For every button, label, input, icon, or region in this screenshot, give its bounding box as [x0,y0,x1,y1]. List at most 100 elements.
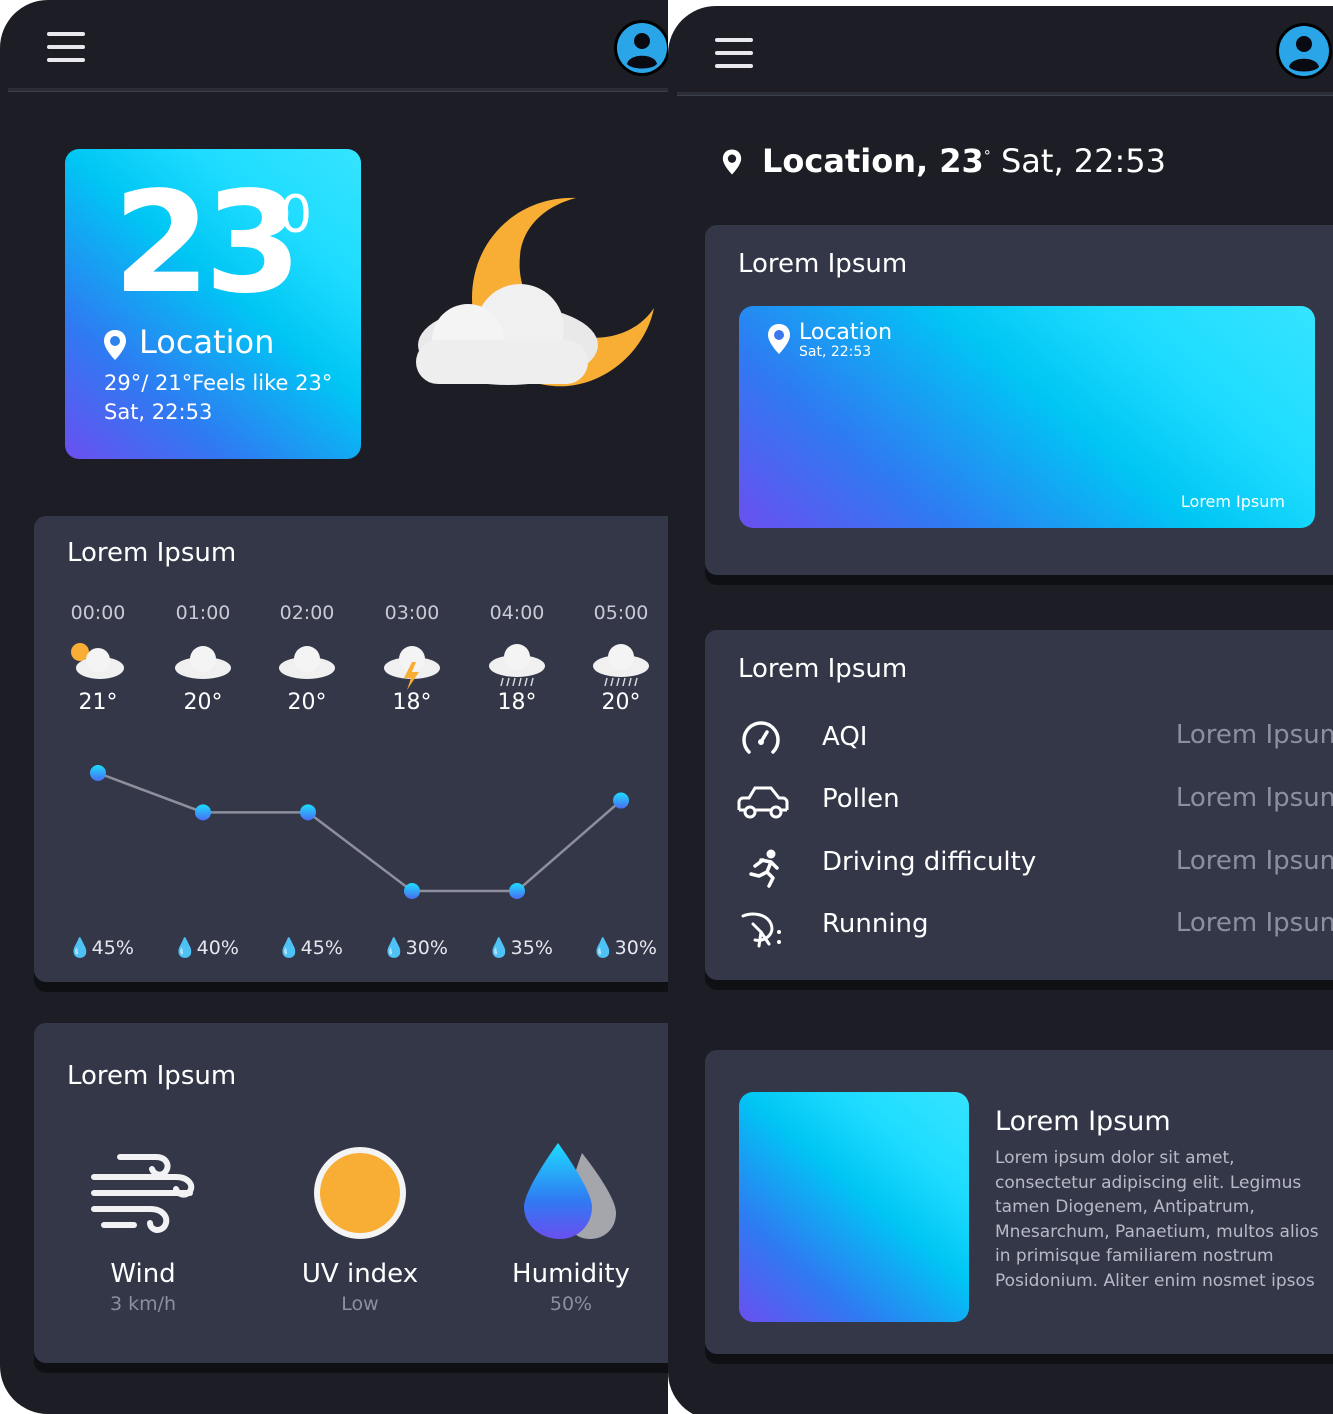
feature-title: Lorem Ipsum [738,249,908,279]
article-title[interactable]: Lorem Ipsum [995,1106,1171,1137]
hourly-forecast-card: Lorem Ipsum 00:00 21° 01:00 20° 02:00 20… [34,516,668,982]
trend-point [195,804,211,821]
activity-value[interactable]: Lorem Ipsum [1125,720,1333,750]
hamburger-menu-icon[interactable] [47,32,85,62]
wind-label: Wind [110,1259,176,1289]
weather-screen-right: Location, 23° Sat, 22:53 Lorem Ipsum Loc… [668,6,1333,1414]
rain-icon [593,644,649,687]
hour-column[interactable]: 02:00 20° [267,602,347,715]
feature-banner[interactable]: Location Sat, 22:53 Lorem Ipsum [739,306,1315,528]
humidity-drop-icon: 💧 [173,937,197,959]
trend-dots [90,765,629,899]
user-avatar[interactable] [1276,23,1332,79]
hour-time: 02:00 [279,602,335,624]
trend-point [300,804,316,821]
hour-humidity: 💧45% [68,936,134,959]
weather-details-card: Lorem Ipsum Wind 3 km/h UV index Low Hum… [34,1023,668,1363]
car-icon [737,786,789,819]
hour-column[interactable]: 05:00 20° [581,602,661,715]
hour-column[interactable]: 03:00 18° [372,602,452,715]
humidity-drop-icon: 💧 [382,937,406,959]
humidity-label: Humidity [512,1259,630,1289]
rain-icon [489,644,545,687]
cloud-icon [175,646,231,679]
location-pin-icon [722,149,742,175]
user-icon [617,23,667,73]
hour-column[interactable]: 04:00 18° [477,602,557,715]
wind-icon [91,1154,195,1233]
banner-location: Location [799,320,893,345]
header-location-summary: Location, 23° Sat, 22:53 [762,142,1166,180]
humidity-value: 35% [510,937,553,959]
current-location: Location [139,323,275,361]
humidity-value: 30% [405,937,448,959]
details-title: Lorem Ipsum [67,1061,237,1091]
uv-index-value: Low [341,1293,379,1315]
user-icon [1279,26,1329,76]
article-card: Lorem Ipsum Lorem ipsum dolor sit amet, … [705,1050,1333,1354]
hour-time: 00:00 [70,602,126,624]
activity-label: Driving difficulty [822,847,1037,877]
article-body: Lorem ipsum dolor sit amet, consectetur … [995,1148,1319,1291]
humidity-drops-icon [524,1143,616,1239]
banner-link[interactable]: Lorem Ipsum [1181,492,1285,511]
header-datetime: Sat, 22:53 [990,142,1166,180]
activity-value[interactable]: Lorem Ipsum [1125,783,1333,813]
degree-symbol: 0 [279,185,313,245]
activity-value[interactable]: Lorem Ipsum [1125,846,1333,876]
location-pin-icon [104,330,126,360]
activity-label: Pollen [822,784,900,814]
running-person-icon [749,849,779,888]
humidity-value: 30% [614,937,657,959]
hamburger-menu-icon[interactable] [715,38,753,68]
hourly-title: Lorem Ipsum [67,538,237,568]
article-image[interactable] [739,1092,969,1322]
speedometer-icon [742,721,780,754]
humidity-value: 45% [300,937,343,959]
activities-card: Lorem Ipsum AQI Lorem Ipsum Pollen Lorem… [705,630,1333,980]
humidity-drop-icon: 💧 [277,937,301,959]
hour-temperature: 20° [183,690,223,715]
wind-value: 3 km/h [109,1293,177,1315]
temperature-trend-chart [90,765,629,899]
humidity-drop-icon: 💧 [487,937,511,959]
hour-temperature: 20° [601,690,641,715]
humidity-value: 40% [196,937,239,959]
activity-label: Running [822,909,929,939]
hour-humidity: 💧30% [382,936,448,959]
trend-point [509,883,525,899]
moon-cloud-icon [416,197,654,387]
header-location: Location, 23 [762,142,984,180]
hour-time: 05:00 [593,602,649,624]
hour-humidity: 💧40% [173,936,239,959]
topbar-divider [677,92,1333,96]
topbar-divider [8,88,668,92]
user-avatar[interactable] [614,20,668,76]
hour-humidity: 💧30% [591,936,657,959]
thunderstorm-icon [384,646,440,690]
uv-index-label: UV index [301,1259,419,1289]
header-degree: ° [983,148,991,165]
hour-humidity: 💧35% [487,936,553,959]
weather-screen-left: 23 0 Location 29°/ 21°Feels like 23° Sat… [0,0,668,1414]
hour-column[interactable]: 00:00 21° [58,602,138,715]
activity-label: AQI [822,722,868,752]
hour-humidity: 💧45% [277,936,343,959]
flower-icon [741,912,781,948]
hour-temperature: 18° [497,690,537,715]
humidity-value: 45% [91,937,134,959]
activity-value[interactable]: Lorem Ipsum [1125,908,1333,938]
humidity-drop-icon: 💧 [591,937,615,959]
location-pin-icon [768,324,790,354]
hour-temperature: 21° [78,690,118,715]
trend-point [90,765,106,781]
current-weather-card[interactable]: 23 0 Location 29°/ 21°Feels like 23° Sat… [65,149,361,459]
activities-title: Lorem Ipsum [738,654,908,684]
current-temperature: 23 [113,162,302,325]
hour-time: 01:00 [175,602,231,624]
trend-point [404,883,420,899]
trend-point [613,792,629,809]
partly-cloudy-night-icon [71,643,124,679]
hour-temperature: 20° [287,690,327,715]
hour-column[interactable]: 01:00 20° [163,602,243,715]
